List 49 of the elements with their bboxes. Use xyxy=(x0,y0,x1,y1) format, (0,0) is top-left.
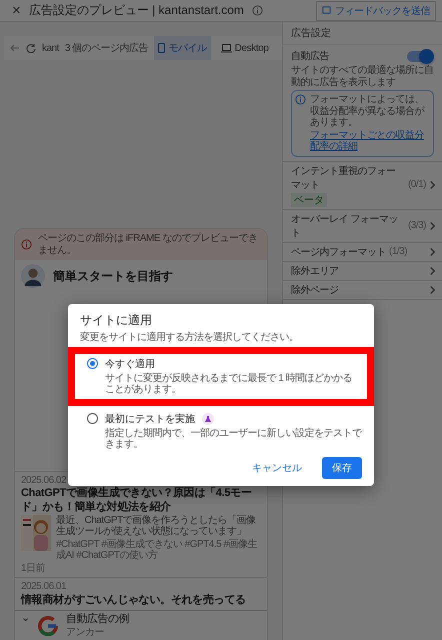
details-link[interactable]: フォーマットごとの収益分配率の詳細 xyxy=(310,130,430,152)
dialog-title: サイトに適用 xyxy=(79,312,153,329)
ad-subtitle: アンカー xyxy=(66,626,105,638)
reload-icon[interactable] xyxy=(26,43,36,53)
auto-ads-toggle[interactable] xyxy=(407,50,431,62)
info-text: フォーマットによっては、収益分配率が異なる場合があります。 xyxy=(310,94,426,128)
close-button[interactable]: × xyxy=(12,2,21,19)
chevron-right-icon xyxy=(429,220,436,230)
window-title: 広告設定のプレビュー | kantanstart.com xyxy=(28,2,244,19)
settings-item[interactable]: ページ内フォーマット (1/3) xyxy=(283,242,442,262)
info-icon xyxy=(252,5,263,16)
ad-count: 3 個のページ内広告 xyxy=(64,42,148,55)
article-age: 1日前 xyxy=(21,562,46,574)
settings-item[interactable]: オーバーレイ フォーマット (3/3) xyxy=(283,210,442,242)
article-tags: #ChatGPT #画像生成できない #GPT4.5 #画像生成AI #ChatGPTの使い方 xyxy=(56,538,261,562)
blog-name: 簡単スタートを目指す xyxy=(53,268,173,284)
ad-title: 自動広告の例 xyxy=(66,612,129,626)
option-description: サイトに変更が反映されるまでに最長で 1 時間ほどかかることがあります。 xyxy=(104,372,354,396)
cancel-button[interactable]: キャンセル xyxy=(242,456,312,478)
apply-option[interactable]: 今すぐ適用 xyxy=(87,356,359,370)
settings-item[interactable]: 除外ページ xyxy=(283,280,442,300)
settings-item[interactable]: 除外エリア xyxy=(283,262,442,280)
article-title[interactable]: ChatGPTで画像生成できない？原因は「4.5モード」かも！簡単な対処法を紹介 xyxy=(21,487,261,514)
save-button[interactable]: 保存 xyxy=(322,456,362,478)
article-date: 2025.06.02 xyxy=(21,474,68,486)
site-name: kant xyxy=(42,42,59,54)
auto-ads-label: 自動広告 xyxy=(291,50,329,63)
laptop-icon xyxy=(220,44,232,52)
collapse-button[interactable]: ⌄ xyxy=(21,611,30,624)
phone-icon xyxy=(158,43,166,53)
dialog-subtitle: 変更をサイトに適用する方法を選択してください。 xyxy=(79,332,300,344)
settings-item[interactable]: インテント重視のフォーマット ベータ (0/1) xyxy=(283,162,442,210)
info-icon xyxy=(295,94,306,105)
device-tab[interactable]: モバイル xyxy=(154,36,211,60)
feedback-button[interactable]: フィードバックを送信 xyxy=(316,0,436,20)
chevron-right-icon xyxy=(429,180,436,190)
article-date: 2025.06.01 xyxy=(21,581,68,593)
article-excerpt: 最近、ChatGPTで画像を作ろうとしたら「画像生成ツールが使えない状態になっています」 xyxy=(56,514,257,538)
back-icon[interactable] xyxy=(10,43,20,53)
settings-heading: 広告設定 xyxy=(283,22,442,45)
article-title[interactable]: 情報商材がすごいんじゃない。それを売ってる xyxy=(21,594,261,607)
option-description: 指定した期間内で、一部のユーザーに新しい設定をテストできます。 xyxy=(104,428,363,450)
error-message: ページのこの部分は iFRAME なのでプレビューできません。 xyxy=(38,233,258,256)
avatar-icon xyxy=(21,264,45,288)
apply-option[interactable]: 最初にテストを実施 xyxy=(87,412,366,426)
info-icon xyxy=(21,239,32,250)
auto-ads-description: サイトのすべての最適な場所に自動的に広告を表示します xyxy=(291,65,434,88)
g-logo-icon xyxy=(38,616,58,636)
feedback-icon xyxy=(322,6,331,15)
